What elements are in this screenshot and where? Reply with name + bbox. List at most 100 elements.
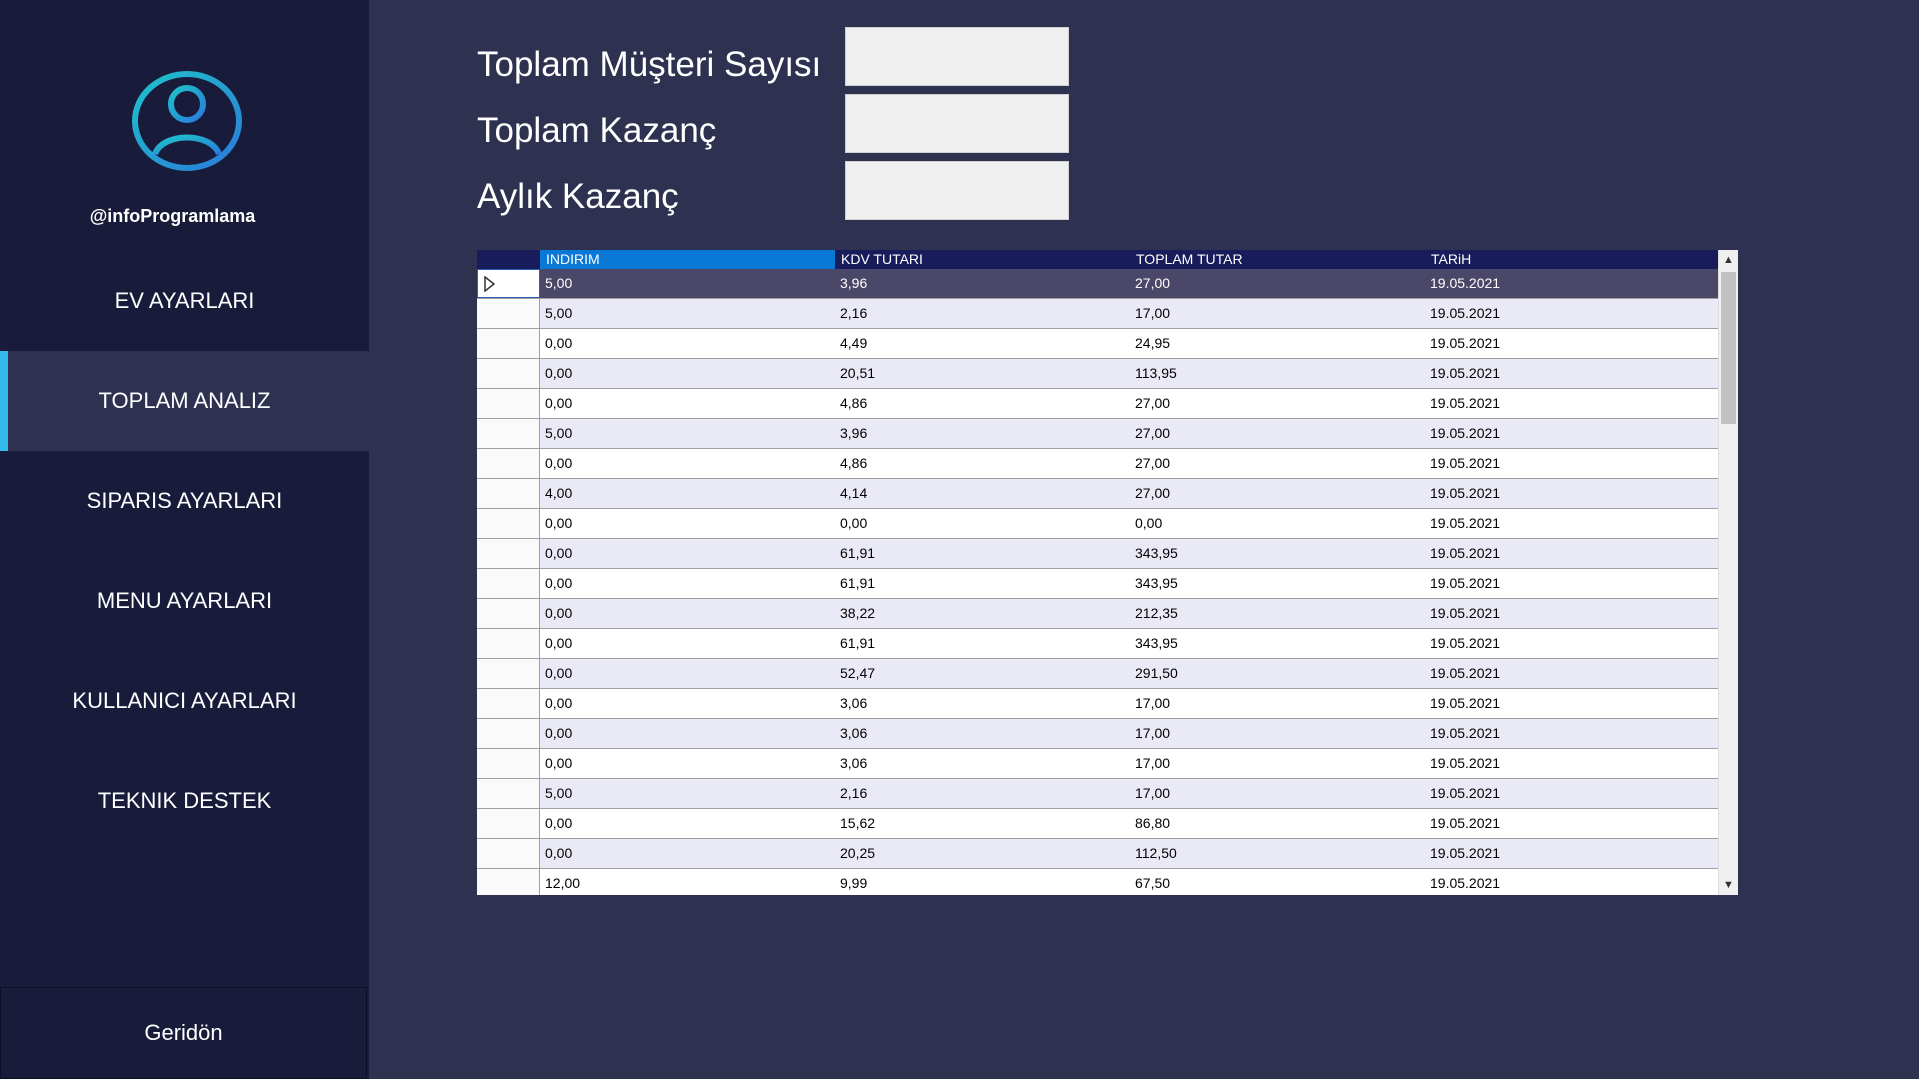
table-row[interactable]: 0,00 38,22 212,35 19.05.2021: [477, 599, 1718, 629]
table-row[interactable]: 0,00 3,06 17,00 19.05.2021: [477, 719, 1718, 749]
table-row[interactable]: 0,00 20,25 112,50 19.05.2021: [477, 839, 1718, 869]
row-header[interactable]: [477, 299, 540, 328]
toplam-tutar-cell[interactable]: 17,00: [1130, 749, 1425, 778]
table-row[interactable]: 0,00 61,91 343,95 19.05.2021: [477, 569, 1718, 599]
tarih-cell[interactable]: 19.05.2021: [1425, 599, 1718, 628]
row-header[interactable]: [477, 569, 540, 598]
kdv-tutari-cell[interactable]: 61,91: [835, 629, 1130, 658]
tarih-cell[interactable]: 19.05.2021: [1425, 509, 1718, 538]
monthly-earnings-field[interactable]: [845, 161, 1069, 220]
toplam-tutar-cell[interactable]: 86,80: [1130, 809, 1425, 838]
table-row[interactable]: 0,00 20,51 113,95 19.05.2021: [477, 359, 1718, 389]
row-header[interactable]: [477, 689, 540, 718]
indirim-cell[interactable]: 0,00: [540, 689, 835, 718]
kdv-tutari-cell[interactable]: 20,25: [835, 839, 1130, 868]
tarih-cell[interactable]: 19.05.2021: [1425, 659, 1718, 688]
kdv-tutari-cell[interactable]: 38,22: [835, 599, 1130, 628]
kdv-tutari-cell[interactable]: 2,16: [835, 299, 1130, 328]
table-row[interactable]: 0,00 3,06 17,00 19.05.2021: [477, 689, 1718, 719]
row-header[interactable]: [477, 419, 540, 448]
indirim-cell[interactable]: 0,00: [540, 659, 835, 688]
row-header[interactable]: [477, 749, 540, 778]
toplam-tutar-cell[interactable]: 17,00: [1130, 719, 1425, 748]
tarih-cell[interactable]: 19.05.2021: [1425, 869, 1718, 895]
table-row[interactable]: 0,00 4,86 27,00 19.05.2021: [477, 389, 1718, 419]
chevron-down-icon[interactable]: ▼: [1719, 875, 1738, 895]
indirim-cell[interactable]: 0,00: [540, 389, 835, 418]
indirim-cell[interactable]: 0,00: [540, 719, 835, 748]
total-earnings-field[interactable]: [845, 94, 1069, 153]
indirim-cell[interactable]: 12,00: [540, 869, 835, 895]
tarih-cell[interactable]: 19.05.2021: [1425, 389, 1718, 418]
toplam-tutar-cell[interactable]: 17,00: [1130, 299, 1425, 328]
kdv-tutari-cell[interactable]: 0,00: [835, 509, 1130, 538]
nav-toplam-analiz[interactable]: TOPLAM ANALIZ: [0, 351, 369, 451]
row-header[interactable]: [477, 869, 540, 895]
row-header[interactable]: [477, 659, 540, 688]
row-header[interactable]: [477, 269, 540, 298]
row-header[interactable]: [477, 599, 540, 628]
table-row[interactable]: 12,00 9,99 67,50 19.05.2021: [477, 869, 1718, 895]
back-button[interactable]: Geridön: [0, 987, 367, 1079]
table-row[interactable]: 5,00 3,96 27,00 19.05.2021: [477, 269, 1718, 299]
row-header[interactable]: [477, 629, 540, 658]
table-row[interactable]: 5,00 3,96 27,00 19.05.2021: [477, 419, 1718, 449]
table-row[interactable]: 0,00 61,91 343,95 19.05.2021: [477, 539, 1718, 569]
row-header[interactable]: [477, 389, 540, 418]
toplam-tutar-cell[interactable]: 27,00: [1130, 389, 1425, 418]
indirim-cell[interactable]: 0,00: [540, 539, 835, 568]
tarih-cell[interactable]: 19.05.2021: [1425, 539, 1718, 568]
row-header[interactable]: [477, 479, 540, 508]
kdv-tutari-cell[interactable]: 4,86: [835, 389, 1130, 418]
chevron-up-icon[interactable]: ▲: [1719, 250, 1738, 270]
kdv-tutari-cell[interactable]: 15,62: [835, 809, 1130, 838]
tarih-cell[interactable]: 19.05.2021: [1425, 839, 1718, 868]
indirim-cell[interactable]: 4,00: [540, 479, 835, 508]
tarih-cell[interactable]: 19.05.2021: [1425, 719, 1718, 748]
customer-count-field[interactable]: [845, 27, 1069, 86]
table-row[interactable]: 0,00 4,49 24,95 19.05.2021: [477, 329, 1718, 359]
table-row[interactable]: 0,00 15,62 86,80 19.05.2021: [477, 809, 1718, 839]
indirim-cell[interactable]: 0,00: [540, 449, 835, 478]
tarih-cell[interactable]: 19.05.2021: [1425, 779, 1718, 808]
kdv-tutari-cell[interactable]: 61,91: [835, 539, 1130, 568]
indirim-cell[interactable]: 0,00: [540, 749, 835, 778]
kdv-tutari-cell[interactable]: 3,96: [835, 269, 1130, 298]
nav-menu-ayarlari[interactable]: MENU AYARLARI: [0, 551, 369, 651]
toplam-tutar-cell[interactable]: 0,00: [1130, 509, 1425, 538]
indirim-cell[interactable]: 0,00: [540, 569, 835, 598]
tarih-cell[interactable]: 19.05.2021: [1425, 359, 1718, 388]
row-header[interactable]: [477, 359, 540, 388]
kdv-tutari-cell[interactable]: 3,06: [835, 689, 1130, 718]
kdv-tutari-cell[interactable]: 61,91: [835, 569, 1130, 598]
toplam-tutar-cell[interactable]: 291,50: [1130, 659, 1425, 688]
nav-siparis-ayarlari[interactable]: SIPARIS AYARLARI: [0, 451, 369, 551]
nav-ev-ayarlari[interactable]: EV AYARLARI: [0, 251, 369, 351]
tarih-cell[interactable]: 19.05.2021: [1425, 449, 1718, 478]
indirim-cell[interactable]: 0,00: [540, 359, 835, 388]
toplam-tutar-cell[interactable]: 24,95: [1130, 329, 1425, 358]
indirim-cell[interactable]: 0,00: [540, 599, 835, 628]
indirim-cell[interactable]: 0,00: [540, 809, 835, 838]
row-header[interactable]: [477, 809, 540, 838]
row-header[interactable]: [477, 839, 540, 868]
tarih-cell[interactable]: 19.05.2021: [1425, 479, 1718, 508]
sales-data-grid[interactable]: INDIRIM KDV TUTARI TOPLAM TUTAR TARiH 5,…: [477, 250, 1738, 895]
toplam-tutar-cell[interactable]: 113,95: [1130, 359, 1425, 388]
kdv-tutari-cell[interactable]: 2,16: [835, 779, 1130, 808]
table-row[interactable]: 0,00 4,86 27,00 19.05.2021: [477, 449, 1718, 479]
tarih-cell[interactable]: 19.05.2021: [1425, 689, 1718, 718]
table-row[interactable]: 0,00 0,00 0,00 19.05.2021: [477, 509, 1718, 539]
toplam-tutar-cell[interactable]: 27,00: [1130, 479, 1425, 508]
toplam-tutar-cell[interactable]: 343,95: [1130, 569, 1425, 598]
table-row[interactable]: 5,00 2,16 17,00 19.05.2021: [477, 779, 1718, 809]
row-header[interactable]: [477, 779, 540, 808]
column-header-indirim[interactable]: INDIRIM: [540, 250, 835, 269]
kdv-tutari-cell[interactable]: 9,99: [835, 869, 1130, 895]
toplam-tutar-cell[interactable]: 27,00: [1130, 269, 1425, 298]
indirim-cell[interactable]: 0,00: [540, 329, 835, 358]
toplam-tutar-cell[interactable]: 17,00: [1130, 689, 1425, 718]
table-row[interactable]: 4,00 4,14 27,00 19.05.2021: [477, 479, 1718, 509]
row-header[interactable]: [477, 509, 540, 538]
toplam-tutar-cell[interactable]: 112,50: [1130, 839, 1425, 868]
